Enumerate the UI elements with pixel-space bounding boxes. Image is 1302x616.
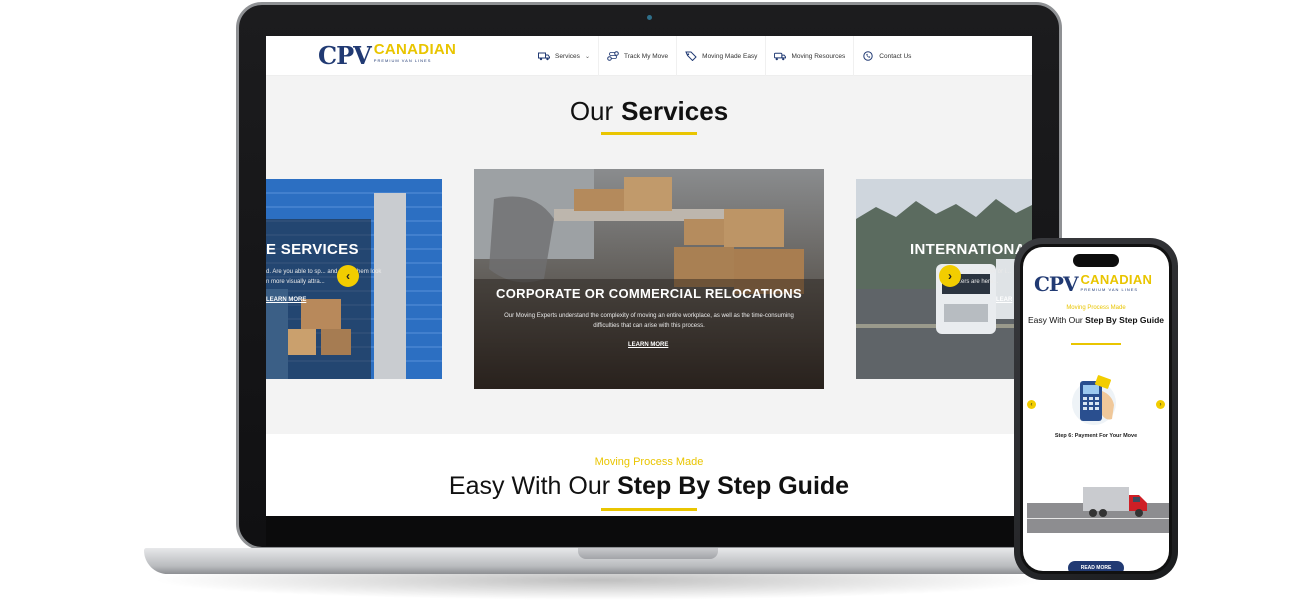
phone-title-underline bbox=[1071, 343, 1121, 345]
phone-process-heading: Easy With Our Step By Step Guide bbox=[1023, 315, 1169, 326]
process-heading: Easy With Our Step By Step Guide bbox=[266, 472, 1032, 501]
nav-item-services[interactable]: Services ⌄ bbox=[530, 36, 598, 76]
phone-process-eyebrow: Moving Process Made bbox=[1066, 305, 1126, 311]
services-title-bold: Services bbox=[621, 96, 729, 126]
process-title-bold: Step By Step Guide bbox=[617, 472, 850, 500]
nav-label: Services bbox=[555, 52, 580, 60]
service-card-corporate[interactable]: CORPORATE OR COMMERCIAL RELOCATIONS Our … bbox=[474, 169, 824, 389]
moving-truck-icon bbox=[1083, 487, 1147, 517]
service-card-title: E SERVICES bbox=[266, 241, 359, 258]
phone-carousel-prev[interactable]: ‹ bbox=[1027, 400, 1036, 409]
logo-tagline: PREMIUM VAN LINES bbox=[1080, 287, 1139, 292]
services-heading: Our Services bbox=[266, 96, 1032, 126]
phone-screen: CPV CANADIAN PREMIUM VAN LINES Moving Pr… bbox=[1023, 247, 1169, 571]
learn-more-link[interactable]: LEARN MORE bbox=[628, 342, 668, 348]
payment-terminal-icon bbox=[1072, 375, 1116, 425]
process-title-underline bbox=[601, 508, 697, 511]
brand-logo[interactable]: CPV CANADIAN PREMIUM VAN LINES bbox=[318, 42, 456, 70]
phone-carousel-next[interactable]: › bbox=[1156, 400, 1165, 409]
chevron-right-icon: › bbox=[1159, 401, 1162, 408]
process-eyebrow: Moving Process Made bbox=[594, 456, 704, 468]
phone-title-regular: Easy With Our bbox=[1027, 315, 1083, 325]
nav-item-track-my-move[interactable]: Track My Move bbox=[597, 36, 676, 76]
laptop-notch bbox=[578, 548, 718, 559]
nav-label: Contact Us bbox=[879, 52, 912, 60]
logo-mark: CPV bbox=[1034, 272, 1078, 296]
learn-more-link[interactable]: LEARN MORE bbox=[266, 297, 306, 303]
nav-label: Moving Made Easy bbox=[702, 52, 758, 60]
nav-item-contact-us[interactable]: Contact Us bbox=[853, 36, 919, 76]
phone-brand-logo[interactable]: CPV CANADIAN PREMIUM VAN LINES bbox=[1034, 272, 1153, 296]
nav-item-moving-resources[interactable]: Moving Resources bbox=[765, 36, 853, 76]
chevron-down-icon: ⌄ bbox=[584, 53, 590, 60]
tag-icon bbox=[685, 51, 697, 61]
nav-label: Track My Move bbox=[623, 52, 669, 60]
laptop-camera bbox=[647, 15, 652, 20]
site-header: CPV CANADIAN PREMIUM VAN LINES Services … bbox=[266, 36, 1032, 76]
phone-device: CPV CANADIAN PREMIUM VAN LINES Moving Pr… bbox=[1014, 238, 1178, 580]
road-lane-line bbox=[1027, 518, 1169, 519]
phone-step-label: Step 6: Payment For Your Move bbox=[1054, 433, 1138, 439]
services-title-underline bbox=[601, 132, 697, 135]
service-card-text: Our Moving Experts understand the comple… bbox=[504, 313, 794, 329]
logo-wordmark: CANADIAN bbox=[373, 41, 457, 58]
route-icon bbox=[607, 51, 619, 61]
logo-tagline: PREMIUM VAN LINES bbox=[373, 58, 432, 63]
chevron-right-icon: › bbox=[948, 269, 952, 283]
laptop-bezel bbox=[266, 516, 1032, 546]
truck-icon bbox=[538, 51, 550, 61]
phone-title-bold: Step By Step Guide bbox=[1085, 315, 1165, 325]
logo-wordmark: CANADIAN bbox=[1080, 272, 1153, 287]
learn-more-link[interactable]: LEAR bbox=[996, 297, 1012, 303]
office-boxes-image bbox=[474, 169, 824, 389]
services-title-regular: Our bbox=[569, 96, 614, 126]
nav-label: Moving Resources bbox=[791, 52, 846, 60]
laptop-screen: CPV CANADIAN PREMIUM VAN LINES Services … bbox=[266, 36, 1032, 516]
logo-mark: CPV bbox=[318, 41, 372, 70]
main-nav: Services ⌄ Track My Move Moving Made Eas… bbox=[530, 36, 919, 76]
truck-front-icon bbox=[774, 51, 787, 61]
chevron-left-icon: ‹ bbox=[346, 269, 350, 283]
phone-icon bbox=[862, 51, 874, 61]
read-more-button[interactable]: READ MORE bbox=[1068, 561, 1124, 571]
chevron-left-icon: ‹ bbox=[1030, 401, 1033, 408]
dynamic-island bbox=[1073, 254, 1119, 267]
carousel-prev-button[interactable]: ‹ bbox=[337, 265, 359, 287]
carousel-next-button[interactable]: › bbox=[939, 265, 961, 287]
nav-item-moving-made-easy[interactable]: Moving Made Easy bbox=[676, 36, 765, 76]
service-card-title: CORPORATE OR COMMERCIAL RELOCATIONS bbox=[496, 286, 802, 301]
process-title-regular: Easy With Our bbox=[448, 472, 611, 500]
